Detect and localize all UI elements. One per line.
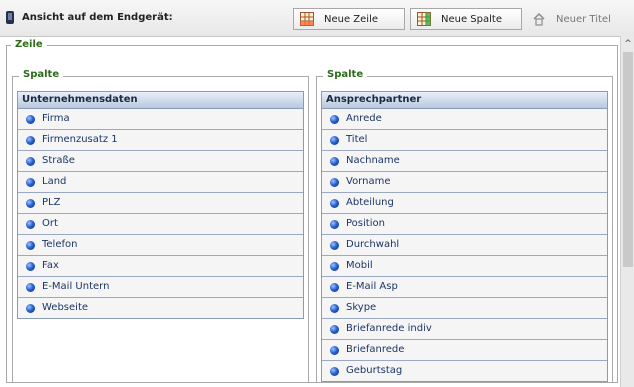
list-item[interactable]: Mobil bbox=[322, 256, 607, 277]
blue-dot-icon bbox=[26, 177, 35, 187]
blue-dot-icon bbox=[330, 303, 339, 313]
row-legend: Zeile bbox=[11, 39, 47, 50]
blue-dot-icon bbox=[330, 366, 339, 376]
item-label: Briefanrede indiv bbox=[346, 323, 432, 334]
column-legend-right: Spalte bbox=[323, 69, 368, 80]
item-label: Firmenzusatz 1 bbox=[42, 134, 118, 145]
item-label: Briefanrede bbox=[346, 344, 405, 355]
list-item[interactable]: Ort bbox=[18, 214, 303, 235]
list-item[interactable]: Fax bbox=[18, 256, 303, 277]
blue-dot-icon bbox=[26, 198, 35, 208]
list-item[interactable]: Nachname bbox=[322, 151, 607, 172]
list-item[interactable]: Land bbox=[18, 172, 303, 193]
list-item[interactable]: E-Mail Untern bbox=[18, 277, 303, 298]
blue-dot-icon bbox=[26, 303, 35, 313]
column-fieldset-left: Spalte Unternehmensdaten Firma Firmenzus… bbox=[12, 69, 309, 383]
blue-dot-icon bbox=[330, 345, 339, 355]
list-header-company: Unternehmensdaten bbox=[18, 92, 303, 109]
list-header-contact: Ansprechpartner bbox=[322, 92, 607, 109]
list-item[interactable]: Abteilung bbox=[322, 193, 607, 214]
new-title-label: Neuer Titel bbox=[556, 13, 611, 25]
vertical-scrollbar[interactable]: ^ bbox=[620, 36, 634, 387]
new-column-label: Neue Spalte bbox=[441, 13, 502, 25]
item-label: Fax bbox=[42, 260, 59, 271]
blue-dot-icon bbox=[26, 219, 35, 229]
toolbar: Ansicht auf dem Endgerät: Neue Zeile Neu… bbox=[0, 0, 634, 37]
list-item[interactable]: Skype bbox=[322, 298, 607, 319]
column-legend-left: Spalte bbox=[19, 69, 64, 80]
new-row-button[interactable]: Neue Zeile bbox=[293, 8, 405, 30]
list-item[interactable]: Anrede bbox=[322, 109, 607, 130]
blue-dot-icon bbox=[330, 282, 339, 292]
phone-icon bbox=[6, 11, 14, 24]
list-item[interactable]: Geburtstag bbox=[322, 361, 607, 381]
new-row-label: Neue Zeile bbox=[324, 13, 379, 25]
blue-dot-icon bbox=[330, 219, 339, 229]
blue-dot-icon bbox=[330, 240, 339, 250]
item-label: Skype bbox=[346, 302, 377, 313]
new-column-button[interactable]: Neue Spalte bbox=[410, 8, 522, 30]
item-label: Anrede bbox=[346, 113, 382, 124]
item-label: Durchwahl bbox=[346, 239, 400, 250]
grid-add-column-icon bbox=[417, 12, 431, 26]
list-item[interactable]: Briefanrede bbox=[322, 340, 607, 361]
item-label: E-Mail Asp bbox=[346, 281, 398, 292]
item-label: Webseite bbox=[42, 302, 89, 313]
item-label: Position bbox=[346, 218, 385, 229]
list-item[interactable]: Vorname bbox=[322, 172, 607, 193]
list-item[interactable]: Straße bbox=[18, 151, 303, 172]
item-label: Vorname bbox=[346, 176, 391, 187]
item-label: PLZ bbox=[42, 197, 61, 208]
item-label: Firma bbox=[42, 113, 70, 124]
list-item[interactable]: E-Mail Asp bbox=[322, 277, 607, 298]
blue-dot-icon bbox=[26, 156, 35, 166]
item-label: Abteilung bbox=[346, 197, 394, 208]
grid-add-row-icon bbox=[300, 12, 314, 26]
list-item[interactable]: Position bbox=[322, 214, 607, 235]
item-label: Ort bbox=[42, 218, 58, 229]
list-item[interactable]: Titel bbox=[322, 130, 607, 151]
scroll-up-icon[interactable]: ^ bbox=[623, 39, 633, 49]
blue-dot-icon bbox=[330, 177, 339, 187]
item-label: Straße bbox=[42, 155, 75, 166]
column-fieldset-right: Spalte Ansprechpartner Anrede Titel Nach… bbox=[316, 69, 613, 383]
item-label: Nachname bbox=[346, 155, 400, 166]
list-item[interactable]: Durchwahl bbox=[322, 235, 607, 256]
field-list-contact: Ansprechpartner Anrede Titel Nachname Vo… bbox=[321, 91, 608, 382]
item-label: Mobil bbox=[346, 260, 373, 271]
list-item[interactable]: Telefon bbox=[18, 235, 303, 256]
blue-dot-icon bbox=[26, 240, 35, 250]
blue-dot-icon bbox=[26, 135, 35, 145]
toolbar-title-label: Ansicht auf dem Endgerät: bbox=[22, 12, 173, 23]
scroll-thumb[interactable] bbox=[623, 52, 633, 267]
list-item[interactable]: Briefanrede indiv bbox=[322, 319, 607, 340]
new-title-button[interactable]: Neuer Titel bbox=[526, 8, 632, 30]
blue-dot-icon bbox=[26, 261, 35, 271]
item-label: Titel bbox=[346, 134, 368, 145]
list-item[interactable]: Firma bbox=[18, 109, 303, 130]
list-item[interactable]: Firmenzusatz 1 bbox=[18, 130, 303, 151]
field-list-company: Unternehmensdaten Firma Firmenzusatz 1 S… bbox=[17, 91, 304, 319]
list-item[interactable]: PLZ bbox=[18, 193, 303, 214]
blue-dot-icon bbox=[330, 261, 339, 271]
blue-dot-icon bbox=[330, 324, 339, 334]
list-item[interactable]: Webseite bbox=[18, 298, 303, 318]
blue-dot-icon bbox=[330, 156, 339, 166]
item-label: Land bbox=[42, 176, 67, 187]
item-label: Geburtstag bbox=[346, 365, 403, 376]
item-label: E-Mail Untern bbox=[42, 281, 110, 292]
device-view-title: Ansicht auf dem Endgerät: bbox=[6, 11, 173, 24]
house-icon bbox=[532, 12, 546, 26]
blue-dot-icon bbox=[330, 114, 339, 124]
blue-dot-icon bbox=[330, 135, 339, 145]
blue-dot-icon bbox=[330, 198, 339, 208]
blue-dot-icon bbox=[26, 282, 35, 292]
blue-dot-icon bbox=[26, 114, 35, 124]
item-label: Telefon bbox=[42, 239, 78, 250]
